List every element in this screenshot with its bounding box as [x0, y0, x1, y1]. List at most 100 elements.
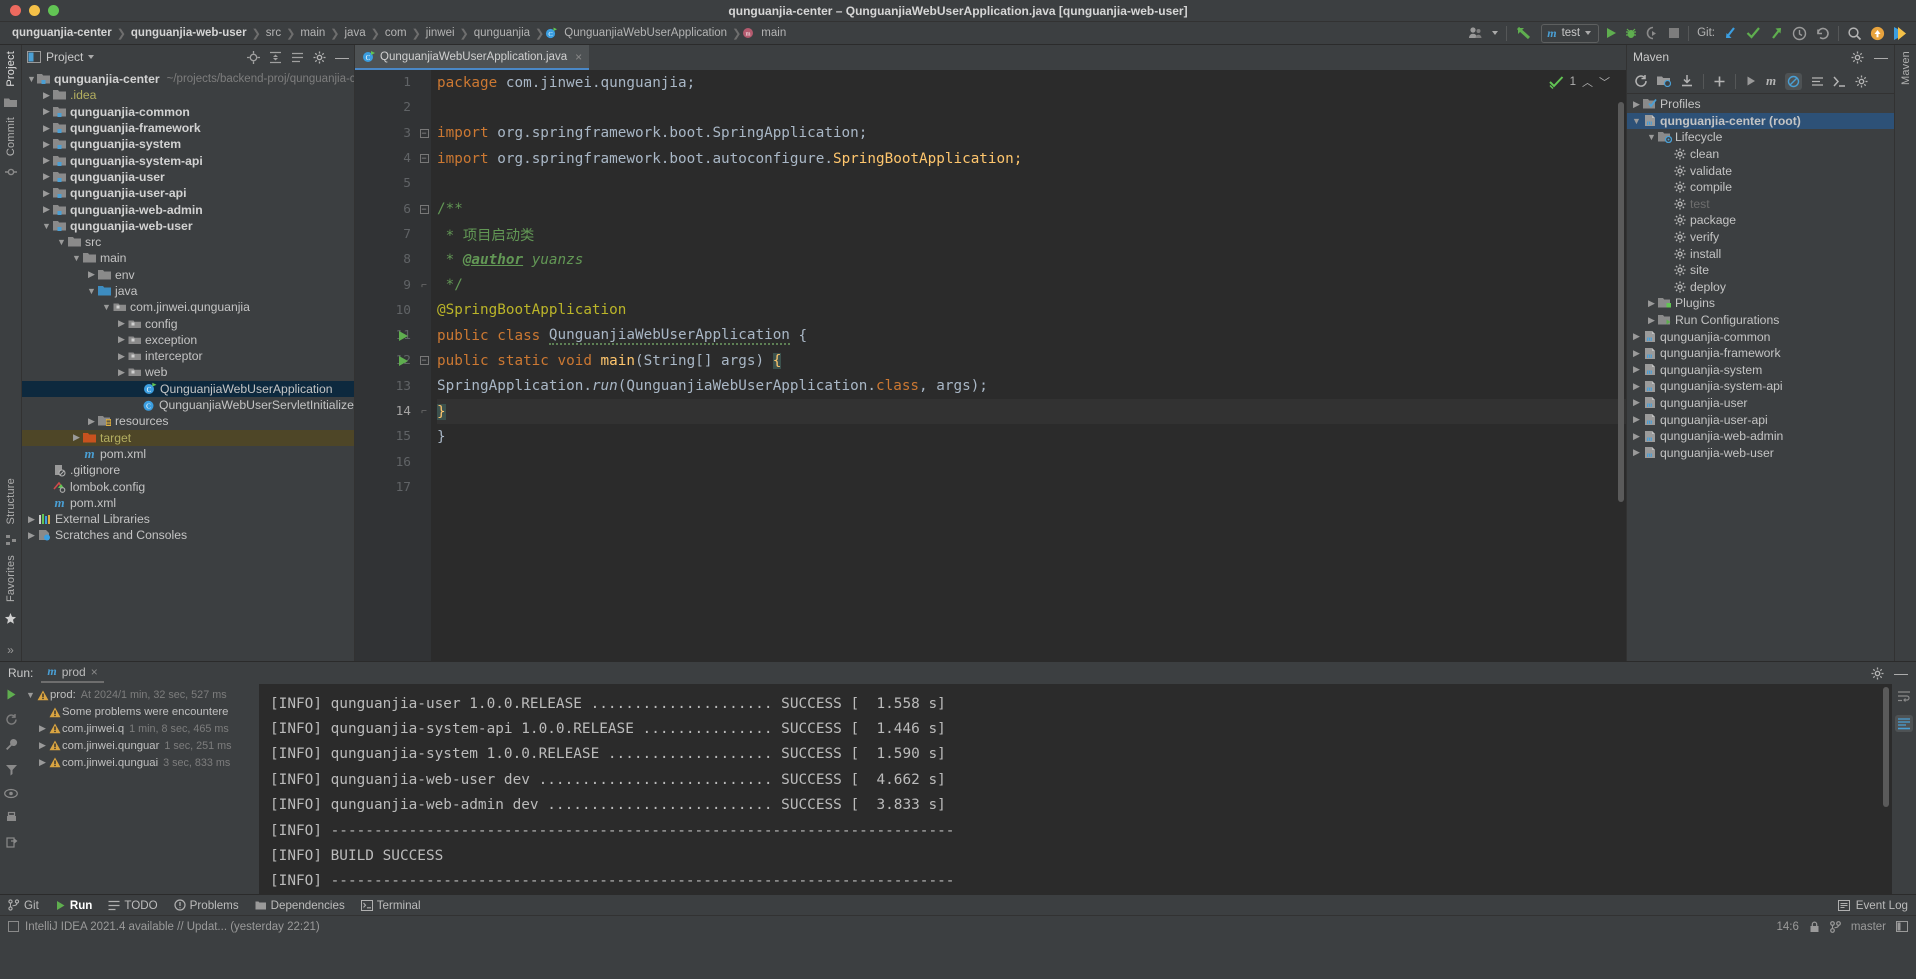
- breadcrumb-item-main[interactable]: m main: [742, 27, 790, 39]
- run-tree-item[interactable]: ▶ com.jinwei.qunguai 3 sec, 833 ms: [22, 754, 259, 771]
- skip-tests-icon[interactable]: [1811, 75, 1824, 88]
- maven-tree-item[interactable]: ▶ m qunguanjia-system: [1627, 362, 1894, 379]
- chevron-right-icon[interactable]: ▶: [116, 334, 127, 345]
- execute-goal-icon[interactable]: [1833, 75, 1846, 88]
- chevron-down-icon[interactable]: [1492, 31, 1499, 35]
- chevron-right-icon[interactable]: ▶: [37, 757, 48, 768]
- bottom-tab-git[interactable]: Git: [8, 899, 39, 912]
- maven-tree-item[interactable]: validate: [1627, 162, 1894, 179]
- project-tree-item[interactable]: ▶ config: [22, 315, 354, 331]
- editor-gutter[interactable]: 1 2 3 4 5 6 7 8 9 10 11 12 13 14 15 16 17: [355, 70, 417, 661]
- bottom-tab-dependencies[interactable]: Dependencies: [255, 899, 345, 912]
- run-configuration-selector[interactable]: m test: [1541, 23, 1600, 43]
- rerun-icon[interactable]: [5, 688, 18, 701]
- run-gutter-icon[interactable]: [399, 355, 408, 366]
- project-tree-item[interactable]: C QunguanjiaWebUserServletInitializer: [22, 397, 354, 413]
- run-with-coverage-icon[interactable]: [1646, 26, 1660, 40]
- project-tree-item[interactable]: ▶ qunguanjia-web-admin: [22, 201, 354, 217]
- run-icon[interactable]: [1745, 75, 1757, 87]
- fold-marker[interactable]: [417, 171, 431, 196]
- chevron-right-icon[interactable]: ▶: [1646, 315, 1657, 326]
- chevron-down-icon[interactable]: ▼: [56, 237, 67, 247]
- right-tool-rail[interactable]: Maven: [1894, 45, 1916, 661]
- chevron-down-icon[interactable]: ▼: [101, 302, 112, 312]
- maven-tree-item[interactable]: ▶ m qunguanjia-user-api: [1627, 411, 1894, 428]
- branch-icon[interactable]: [1829, 920, 1841, 933]
- project-tree-item[interactable]: m pom.xml: [22, 495, 354, 511]
- download-sources-icon[interactable]: [1680, 74, 1694, 88]
- line-number[interactable]: 16: [355, 449, 417, 474]
- back-arrow-icon[interactable]: [1515, 25, 1533, 41]
- line-number[interactable]: 11: [355, 323, 417, 348]
- rail-item-structure[interactable]: Structure: [5, 478, 17, 524]
- settings-gear-icon[interactable]: [1851, 51, 1864, 64]
- search-everywhere-icon[interactable]: [1847, 26, 1862, 41]
- project-tree-item[interactable]: ▼ main: [22, 250, 354, 266]
- fold-marker[interactable]: ⌐: [417, 399, 431, 424]
- run-tree-item[interactable]: ▶ com.jinwei.qunguar 1 sec, 251 ms: [22, 737, 259, 754]
- line-number[interactable]: 7: [355, 222, 417, 247]
- generate-sources-icon[interactable]: [1657, 75, 1671, 87]
- project-tree-item[interactable]: ▶ interceptor: [22, 348, 354, 364]
- fold-marker[interactable]: −: [417, 121, 431, 146]
- left-tool-rail[interactable]: Project Commit Structure Favorites »: [0, 45, 22, 661]
- project-tree-item[interactable]: ▶ .idea: [22, 87, 354, 103]
- bottom-tab-run[interactable]: Run: [55, 899, 92, 912]
- next-problem-icon[interactable]: ﹀: [1599, 74, 1610, 90]
- chevron-down-icon[interactable]: ▼: [1631, 116, 1642, 126]
- line-number[interactable]: 10: [355, 298, 417, 323]
- close-window-button[interactable]: [10, 5, 21, 16]
- chevron-right-icon[interactable]: ▶: [41, 188, 52, 199]
- project-tree-item[interactable]: ▶ web: [22, 364, 354, 380]
- maven-tree-item[interactable]: test: [1627, 196, 1894, 213]
- chevron-right-icon[interactable]: ▶: [41, 90, 52, 101]
- project-tree-item[interactable]: ▶ exception: [22, 332, 354, 348]
- line-number[interactable]: 8: [355, 247, 417, 272]
- notification-icon[interactable]: [1870, 26, 1885, 41]
- run-tree-item[interactable]: ▶ com.jinwei.q 1 min, 8 sec, 465 ms: [22, 721, 259, 738]
- chevron-right-icon[interactable]: ▶: [1631, 414, 1642, 425]
- breadcrumb-item-com[interactable]: com: [381, 27, 411, 39]
- project-tree-item[interactable]: lombok.config: [22, 478, 354, 494]
- project-tree-item[interactable]: ▶ Scratches and Consoles: [22, 527, 354, 543]
- chevron-right-icon[interactable]: ▶: [41, 171, 52, 182]
- chevron-right-icon[interactable]: ▶: [1631, 381, 1642, 392]
- project-tree-item[interactable]: ▶ qunguanjia-framework: [22, 120, 354, 136]
- user-avatar-icon[interactable]: [1468, 26, 1484, 40]
- chevron-down-icon[interactable]: ▼: [25, 690, 36, 700]
- project-tree-item[interactable]: ▶ External Libraries: [22, 511, 354, 527]
- event-log-button[interactable]: Event Log: [1837, 899, 1908, 912]
- editor-fold-column[interactable]: − − − ⌐ − ⌐: [417, 70, 431, 661]
- reimport-icon[interactable]: [1634, 74, 1648, 88]
- maven-tree-item[interactable]: ▶ Plugins: [1627, 295, 1894, 312]
- maven-tree-item[interactable]: ▶ Run Configurations: [1627, 312, 1894, 329]
- eye-icon[interactable]: [4, 788, 18, 799]
- fold-marker[interactable]: −: [417, 348, 431, 373]
- fold-collapse-icon[interactable]: −: [419, 356, 429, 366]
- breadcrumb-item-src[interactable]: src: [262, 27, 285, 39]
- breadcrumb-item-java[interactable]: java: [341, 27, 370, 39]
- project-tree-item[interactable]: ▶ qunguanjia-user: [22, 169, 354, 185]
- hide-panel-icon[interactable]: —: [1874, 50, 1888, 64]
- maven-tree-item[interactable]: ▶ m qunguanjia-user: [1627, 395, 1894, 412]
- project-tree-item[interactable]: ▼ com.jinwei.qunguanjia: [22, 299, 354, 315]
- fold-marker[interactable]: [417, 298, 431, 323]
- line-number[interactable]: 17: [355, 475, 417, 500]
- locate-icon[interactable]: [247, 50, 260, 64]
- chevron-right-icon[interactable]: ▶: [116, 318, 127, 329]
- fold-marker[interactable]: [417, 247, 431, 272]
- maximize-window-button[interactable]: [48, 5, 59, 16]
- inspection-widget[interactable]: 1 ︿ ﹀: [1548, 74, 1610, 90]
- lock-icon[interactable]: [1809, 921, 1820, 933]
- rail-item-commit[interactable]: Commit: [5, 117, 17, 156]
- branch-name[interactable]: master: [1851, 921, 1886, 933]
- status-message[interactable]: IntelliJ IDEA 2021.4 available // Updat.…: [25, 921, 320, 933]
- chevron-right-icon[interactable]: ▶: [86, 416, 97, 427]
- push-icon[interactable]: [1769, 26, 1784, 41]
- fold-marker[interactable]: [417, 222, 431, 247]
- fold-marker[interactable]: ⌐: [417, 272, 431, 297]
- chevron-right-icon[interactable]: ▶: [41, 139, 52, 150]
- maven-tree-item[interactable]: ▶ Profiles: [1627, 96, 1894, 113]
- chevron-right-icon[interactable]: ▶: [116, 367, 127, 378]
- editor-body[interactable]: 1 2 3 4 5 6 7 8 9 10 11 12 13 14 15 16 17 − − − ⌐ − ⌐ package…: [355, 70, 1626, 661]
